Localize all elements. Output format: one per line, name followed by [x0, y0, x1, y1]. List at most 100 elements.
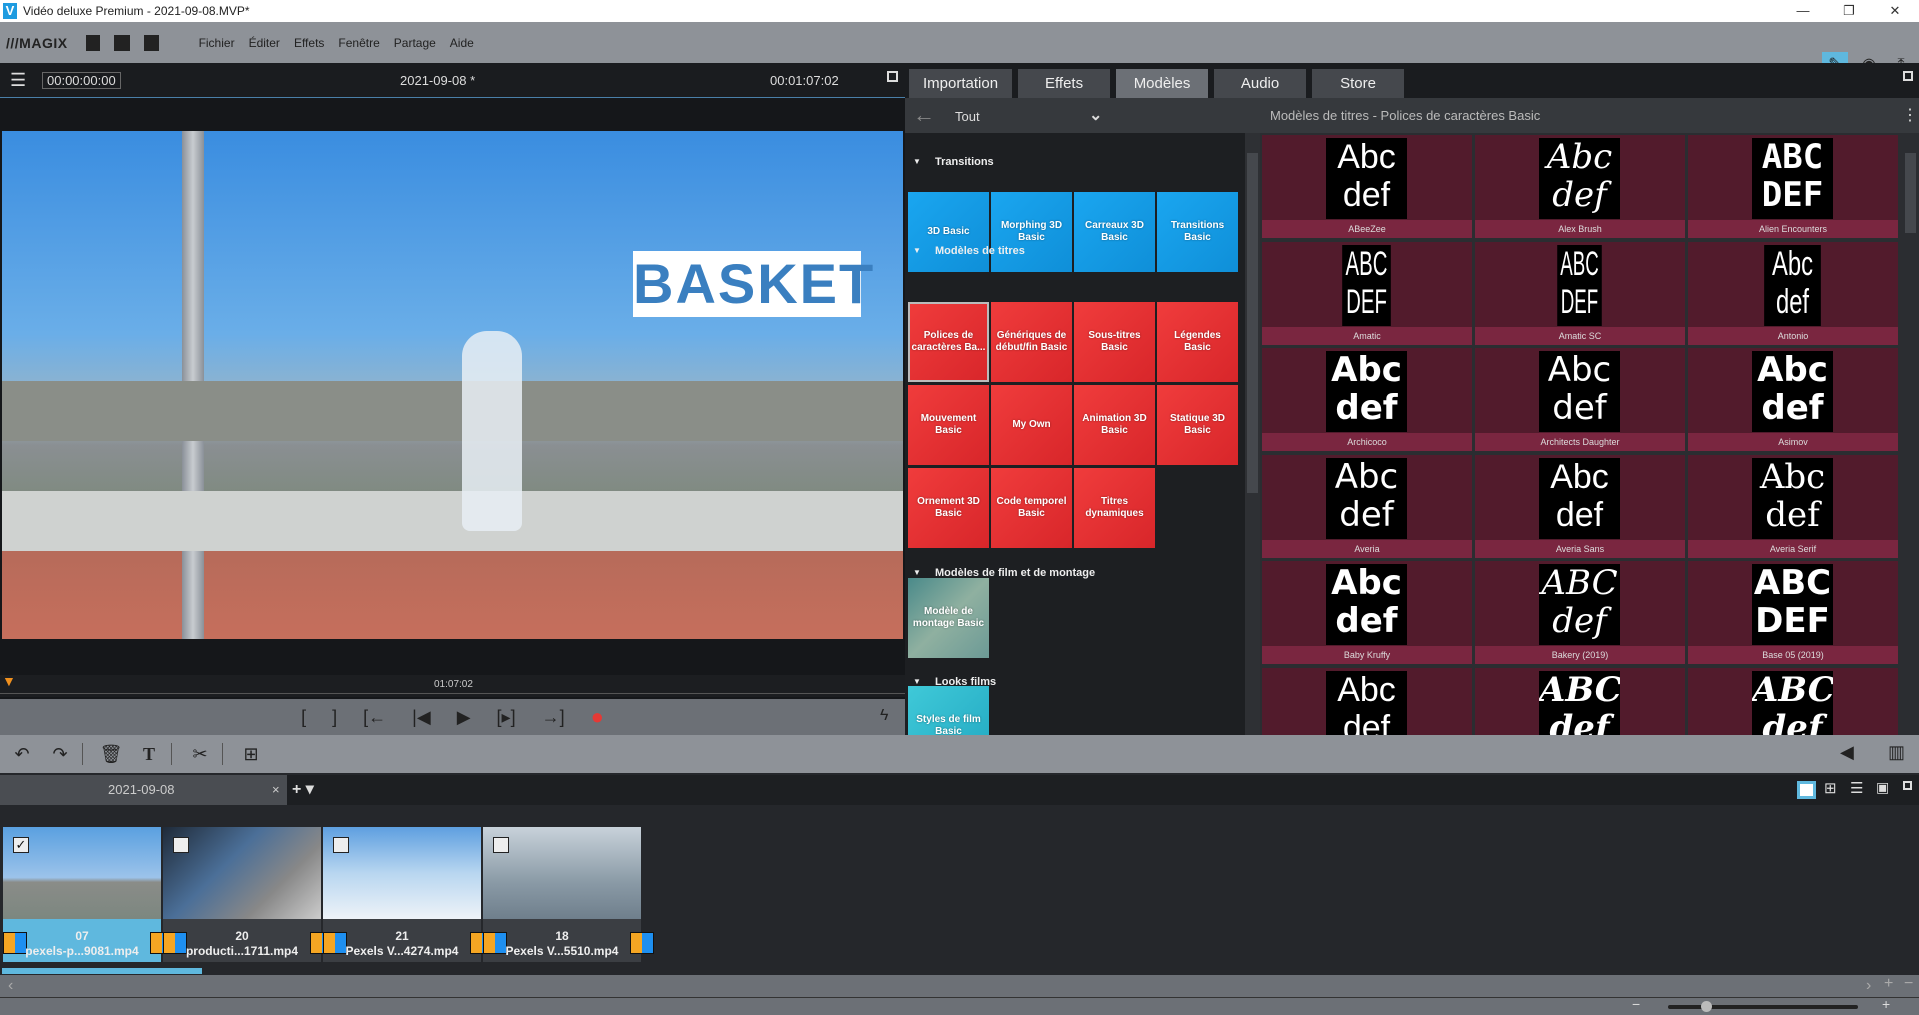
template-tile[interactable]: My Own	[991, 385, 1072, 465]
maximize-icon[interactable]	[887, 71, 898, 82]
menu-5[interactable]: Aide	[450, 36, 474, 50]
play-range-button[interactable]: [▸]	[497, 707, 516, 728]
lightning-icon[interactable]: ϟ	[880, 707, 888, 725]
font-template[interactable]: Abc def Alex Brush	[1475, 135, 1685, 238]
font-template[interactable]: ABC DEF Base 05 (2019)	[1688, 561, 1898, 664]
playhead-icon[interactable]: ▼	[2, 673, 16, 689]
template-tile[interactable]: Modèle de montage Basic	[908, 578, 989, 658]
font-template[interactable]: Abc def Asimov	[1688, 348, 1898, 451]
font-template[interactable]: ABC def	[1475, 667, 1685, 735]
open-folder-icon[interactable]	[113, 34, 130, 51]
font-template[interactable]: Abc def ABeeZee	[1262, 135, 1472, 238]
close-tab-icon[interactable]: ×	[272, 775, 280, 805]
maximize-icon[interactable]	[1903, 781, 1912, 790]
storyboard-view-icon[interactable]	[1797, 781, 1816, 799]
timeline-ruler[interactable]: ▼ 01:07:02	[0, 673, 905, 697]
restore-icon[interactable]: ❐	[1826, 0, 1872, 22]
font-template[interactable]: Abc def Antonio	[1688, 241, 1898, 345]
multicam-view-icon[interactable]: ▣	[1876, 779, 1889, 796]
tab-effets[interactable]: Effets	[1018, 69, 1111, 98]
volume-icon[interactable]: ◀	[1840, 742, 1854, 763]
title-text-icon[interactable]: T	[133, 744, 165, 765]
grid-view-icon[interactable]: ⊞	[1824, 779, 1837, 797]
insert-icon[interactable]: ⊞	[235, 744, 267, 765]
add-tab-icon[interactable]: + ▾	[292, 779, 314, 799]
go-to-out-button[interactable]: →]	[542, 707, 565, 728]
zoom-plus-icon[interactable]: +	[1882, 996, 1890, 1012]
minimize-icon[interactable]: —	[1780, 0, 1826, 22]
menu-1[interactable]: Éditer	[249, 36, 280, 50]
font-template[interactable]: Abc def Baby Kruffy	[1262, 561, 1472, 664]
template-tile[interactable]: Légendes Basic	[1157, 302, 1238, 382]
clip-item[interactable]: 18 Pexels V...5510.mp4	[483, 827, 654, 962]
mixer-icon[interactable]: ▥	[1888, 742, 1905, 763]
menu-3[interactable]: Fenêtre	[338, 36, 379, 50]
template-tile[interactable]: Statique 3D Basic	[1157, 385, 1238, 465]
new-file-icon[interactable]	[85, 34, 100, 51]
redo-icon[interactable]: ↷	[44, 744, 76, 765]
template-tile[interactable]: Génériques de début/fin Basic	[991, 302, 1072, 382]
play-button[interactable]: ▶	[457, 707, 471, 728]
scroll-right-icon[interactable]: ›	[1866, 977, 1871, 995]
template-tile[interactable]: Polices de caractères Ba...	[908, 302, 989, 382]
record-button[interactable]: ●	[591, 704, 604, 730]
save-icon[interactable]	[143, 34, 159, 51]
template-tile[interactable]: Titres dynamiques	[1074, 468, 1155, 548]
tab-importation[interactable]: Importation	[909, 69, 1013, 98]
mark-out-button[interactable]: ]	[332, 707, 337, 728]
template-tile[interactable]: Transitions Basic	[1157, 192, 1238, 272]
menu-4[interactable]: Partage	[394, 36, 436, 50]
zoom-slider[interactable]	[1668, 1001, 1858, 1012]
template-tile[interactable]: Animation 3D Basic	[1074, 385, 1155, 465]
zoom-minus-icon[interactable]: −	[1632, 996, 1640, 1012]
filter-dropdown[interactable]: Tout	[955, 109, 980, 124]
template-tile[interactable]: Morphing 3D Basic	[991, 192, 1072, 272]
zoom-out-icon[interactable]: −	[1904, 975, 1913, 993]
font-template[interactable]: Abc def	[1262, 667, 1472, 735]
back-arrow-icon[interactable]: ←	[913, 102, 935, 128]
template-tile[interactable]: Carreaux 3D Basic	[1074, 192, 1155, 272]
font-template[interactable]: Abc def Averia Sans	[1475, 454, 1685, 558]
scrollbar-thumb[interactable]	[1905, 153, 1916, 233]
font-template[interactable]: Abc def Architects Daughter	[1475, 348, 1685, 451]
horizontal-scrollbar[interactable]: ‹ › + −	[0, 975, 1919, 997]
scrollbar[interactable]	[1902, 133, 1919, 735]
menu-2[interactable]: Effets	[294, 36, 324, 50]
video-frame[interactable]: BASKET	[2, 131, 903, 639]
template-tile[interactable]: Mouvement Basic	[908, 385, 989, 465]
template-tile[interactable]: Ornement 3D Basic	[908, 468, 989, 548]
undo-icon[interactable]: ↶	[6, 744, 38, 765]
clip-checkbox[interactable]	[173, 837, 189, 853]
menu-0[interactable]: Fichier	[199, 36, 235, 50]
scrollbar[interactable]	[1245, 133, 1260, 735]
maximize-icon[interactable]	[1903, 71, 1913, 81]
clip-checkbox[interactable]: ✓	[13, 837, 29, 853]
tab-store[interactable]: Store	[1312, 69, 1405, 98]
font-template[interactable]: ABC DEF Alien Encounters	[1688, 135, 1898, 238]
font-template[interactable]: ABC def	[1688, 667, 1898, 735]
mark-in-button[interactable]: [	[301, 707, 306, 728]
clip-checkbox[interactable]	[493, 837, 509, 853]
close-icon[interactable]: ✕	[1872, 0, 1918, 22]
template-tile[interactable]: Sous-titres Basic	[1074, 302, 1155, 382]
timecode-start[interactable]: 00:00:00:00	[42, 72, 121, 89]
scroll-left-icon[interactable]: ‹	[8, 977, 13, 995]
clip-checkbox[interactable]	[333, 837, 349, 853]
font-template[interactable]: ABC def Bakery (2019)	[1475, 561, 1685, 664]
section-header[interactable]: Transitions	[905, 153, 1245, 171]
font-template[interactable]: ABC DEF Amatic SC	[1475, 241, 1685, 345]
font-template[interactable]: Abc def Averia Serif	[1688, 454, 1898, 558]
scrollbar-thumb[interactable]	[1247, 153, 1258, 493]
tab-audio[interactable]: Audio	[1214, 69, 1307, 98]
timeline-view-icon[interactable]: ☰	[1850, 779, 1863, 797]
zoom-in-icon[interactable]: +	[1884, 975, 1893, 993]
tab-modèles[interactable]: Modèles	[1116, 69, 1209, 98]
previous-button[interactable]: |◀	[412, 707, 431, 728]
template-tile[interactable]: Code temporel Basic	[991, 468, 1072, 548]
template-tile[interactable]: 3D Basic	[908, 192, 989, 272]
font-template[interactable]: ABC DEF Amatic	[1262, 241, 1472, 345]
font-template[interactable]: Abc def Averia	[1262, 454, 1472, 558]
clip-item[interactable]: 21 Pexels V...4274.mp4	[323, 827, 494, 962]
font-template[interactable]: Abc def Archicoco	[1262, 348, 1472, 451]
go-to-in-button[interactable]: [←	[363, 707, 386, 728]
